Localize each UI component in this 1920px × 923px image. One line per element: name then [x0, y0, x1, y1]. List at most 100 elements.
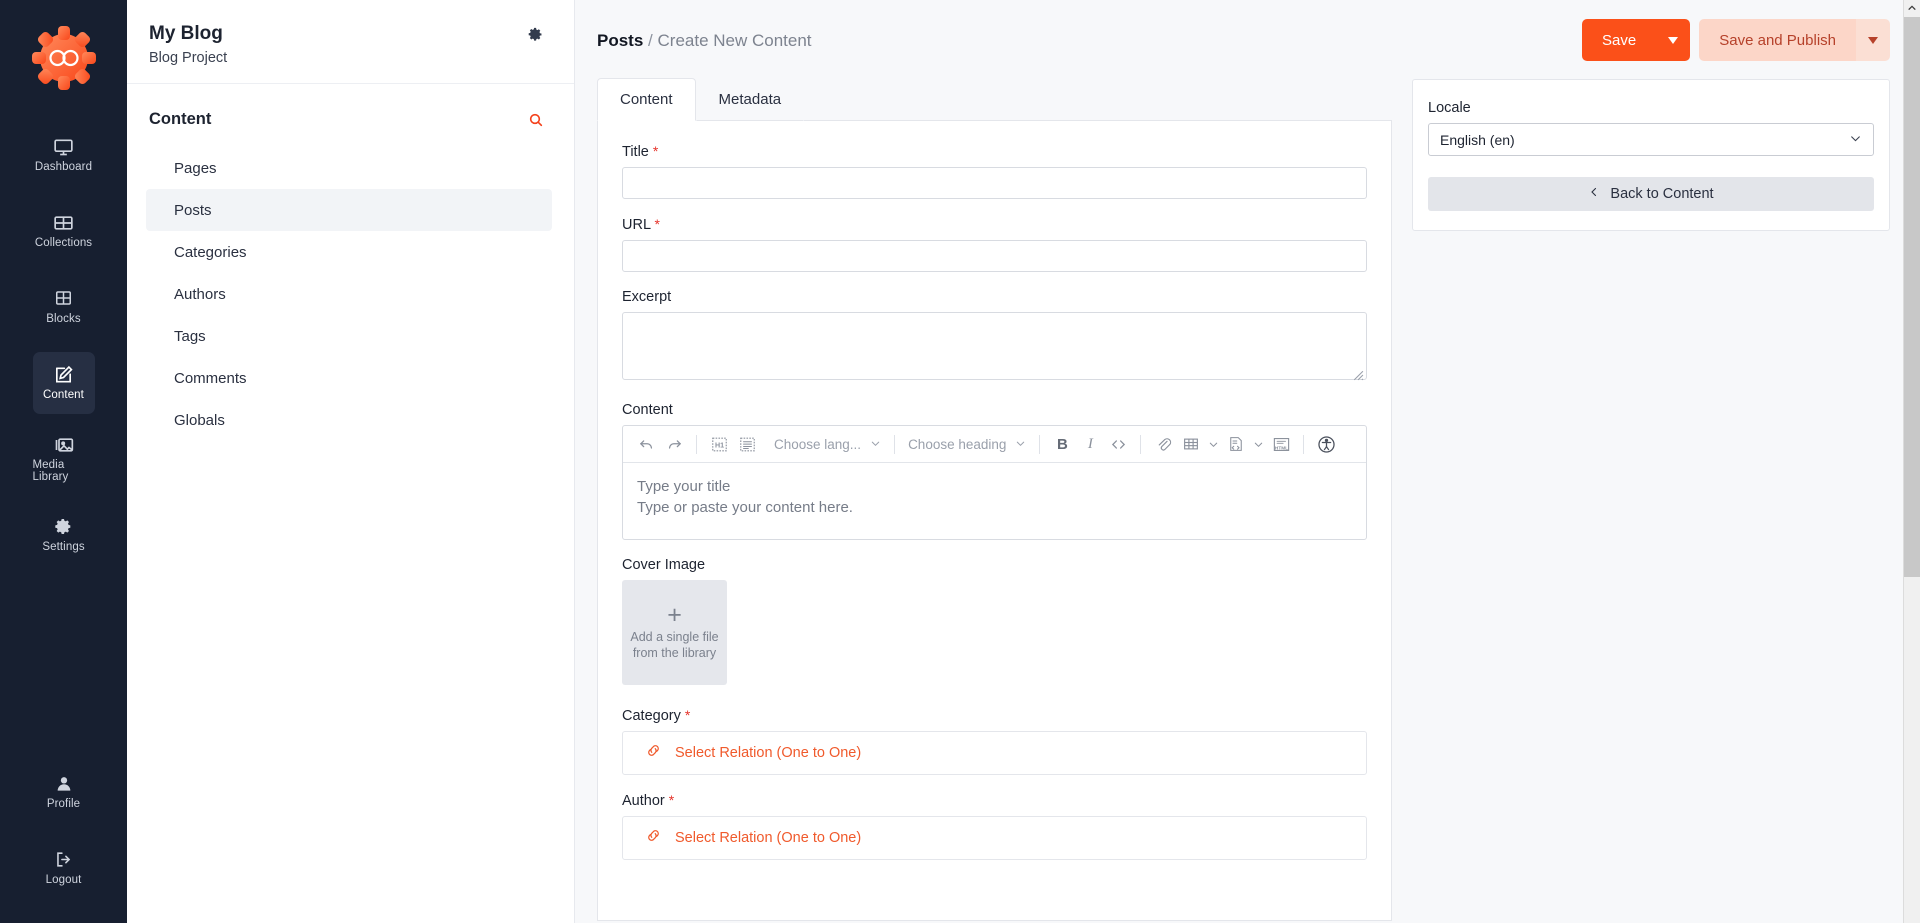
breadcrumb-page: Create New Content	[657, 31, 812, 50]
h1-block-icon[interactable]: H1	[706, 431, 732, 457]
nav-item-blocks[interactable]: Blocks	[33, 276, 95, 338]
tab-content[interactable]: Content	[597, 78, 696, 121]
sidebar-item-posts[interactable]: Posts	[146, 189, 552, 231]
bold-button[interactable]: B	[1049, 431, 1075, 457]
sidebar-item-label: Authors	[174, 285, 226, 303]
save-dropdown-toggle[interactable]	[1656, 19, 1691, 61]
html-embed-icon[interactable]: HTML	[1268, 431, 1294, 457]
nav-item-media-library[interactable]: Media Library	[33, 428, 95, 490]
save-button[interactable]: Save	[1582, 19, 1657, 61]
nav-item-collections[interactable]: Collections	[33, 200, 95, 262]
code-block-icon[interactable]	[1223, 431, 1249, 457]
url-input[interactable]	[622, 240, 1367, 272]
nav-item-dashboard[interactable]: Dashboard	[33, 124, 95, 186]
author-relation-selector[interactable]: Select Relation (One to One)	[622, 816, 1367, 860]
nav-label-media-library: Media Library	[32, 459, 69, 483]
accessibility-icon[interactable]	[1313, 431, 1339, 457]
vertical-scrollbar[interactable]	[1903, 0, 1920, 923]
main-topbar: Posts / Create New Content Save Save and…	[575, 0, 1920, 78]
save-publish-dropdown-toggle[interactable]	[1856, 19, 1890, 61]
chevron-left-icon	[1588, 186, 1600, 202]
sidebar-item-label: Categories	[174, 243, 247, 261]
field-label-excerpt: Excerpt	[622, 289, 1367, 305]
sidebar-item-globals[interactable]: Globals	[146, 399, 552, 441]
main-content-area: Posts / Create New Content Save Save and…	[575, 0, 1920, 923]
back-to-content-button[interactable]: Back to Content	[1428, 177, 1874, 211]
save-button-label: Save	[1602, 31, 1637, 49]
paragraph-block-icon[interactable]	[734, 431, 760, 457]
title-input[interactable]	[622, 167, 1367, 199]
field-label-category: Category *	[622, 707, 1367, 724]
table-icon[interactable]	[1178, 431, 1204, 457]
cover-image-uploader[interactable]: + Add a single file from the library	[622, 580, 727, 685]
undo-arrow-icon[interactable]	[633, 431, 659, 457]
field-url: URL *	[622, 216, 1367, 272]
sidebar-item-authors[interactable]: Authors	[146, 273, 552, 315]
project-subtitle: Blog Project	[149, 50, 228, 66]
editor-content-area[interactable]: Type your title Type or paste your conte…	[623, 463, 1366, 539]
scrollbar-thumb[interactable]	[1904, 17, 1920, 577]
rich-text-editor: H1 Choose lang... Choose heading B I HTM…	[622, 425, 1367, 540]
gear-icon[interactable]	[527, 26, 544, 48]
tab-metadata[interactable]: Metadata	[695, 78, 805, 121]
sidebar-titles: My Blog Blog Project	[149, 22, 227, 69]
required-marker: *	[668, 792, 675, 808]
chain-link-icon	[645, 742, 662, 764]
user-icon	[54, 774, 74, 794]
table-dropdown-chevron-icon[interactable]	[1206, 431, 1221, 457]
save-publish-button-group[interactable]: Save and Publish	[1699, 19, 1890, 61]
breadcrumb-current[interactable]: Posts	[597, 31, 643, 50]
heading-select[interactable]: Choose heading	[904, 437, 1030, 452]
form-tabs: Content Metadata	[597, 78, 1392, 121]
sidebar-item-comments[interactable]: Comments	[146, 357, 552, 399]
nav-item-settings[interactable]: Settings	[33, 504, 95, 566]
italic-label: I	[1087, 435, 1093, 452]
code-block-dropdown-chevron-icon[interactable]	[1251, 431, 1266, 457]
toolbar-divider	[894, 434, 896, 454]
monitor-icon	[53, 137, 74, 157]
label-text: Category	[622, 708, 681, 724]
editor-toolbar: H1 Choose lang... Choose heading B I HTM…	[623, 426, 1366, 463]
search-icon[interactable]	[528, 112, 544, 128]
svg-text:HTML: HTML	[1275, 445, 1288, 451]
image-library-icon	[53, 435, 75, 455]
sidebar-item-label: Comments	[174, 369, 247, 387]
save-and-publish-button[interactable]: Save and Publish	[1699, 19, 1856, 61]
redo-arrow-icon[interactable]	[661, 431, 687, 457]
inline-code-icon[interactable]	[1105, 431, 1131, 457]
language-select[interactable]: Choose lang...	[770, 437, 885, 452]
save-button-group[interactable]: Save	[1582, 19, 1691, 61]
nav-label-collections: Collections	[34, 237, 93, 249]
editor-title-placeholder: Type your title	[637, 478, 731, 495]
field-content: Content H1 Choose lang... Choose heading…	[622, 402, 1367, 540]
form-column: Content Metadata Title * URL * Excerpt C…	[597, 78, 1392, 921]
excerpt-wrapper	[622, 312, 1367, 385]
toolbar-divider	[1303, 434, 1305, 454]
nav-item-profile[interactable]: Profile	[33, 761, 95, 823]
link-paperclip-icon[interactable]	[1150, 431, 1176, 457]
infinity-gear-logo[interactable]	[28, 22, 100, 94]
scrollbar-up-button[interactable]	[1904, 0, 1920, 17]
tab-filler	[804, 78, 1392, 121]
nav-label-settings: Settings	[42, 541, 85, 553]
sidebar-item-tags[interactable]: Tags	[146, 315, 552, 357]
logout-arrow-icon	[53, 850, 74, 870]
main-body: Content Metadata Title * URL * Excerpt C…	[575, 78, 1920, 921]
locale-select[interactable]: English (en)	[1428, 123, 1874, 156]
chain-link-icon	[645, 827, 662, 849]
nav-item-content[interactable]: Content	[32, 352, 95, 414]
chevron-down-icon	[1668, 36, 1679, 44]
author-relation-label: Select Relation (One to One)	[675, 830, 862, 846]
nav-label-profile: Profile	[46, 798, 81, 810]
plus-icon: +	[667, 600, 682, 629]
nav-label-dashboard: Dashboard	[34, 161, 93, 173]
header-actions: Save Save and Publish	[1582, 17, 1890, 61]
sidebar-item-categories[interactable]: Categories	[146, 231, 552, 273]
category-relation-label: Select Relation (One to One)	[675, 745, 862, 761]
category-relation-selector[interactable]: Select Relation (One to One)	[622, 731, 1367, 775]
nav-item-logout[interactable]: Logout	[33, 837, 95, 899]
italic-button[interactable]: I	[1077, 431, 1103, 457]
sidebar-item-pages[interactable]: Pages	[146, 147, 552, 189]
excerpt-textarea[interactable]	[622, 312, 1367, 380]
save-publish-button-label: Save and Publish	[1719, 31, 1836, 49]
